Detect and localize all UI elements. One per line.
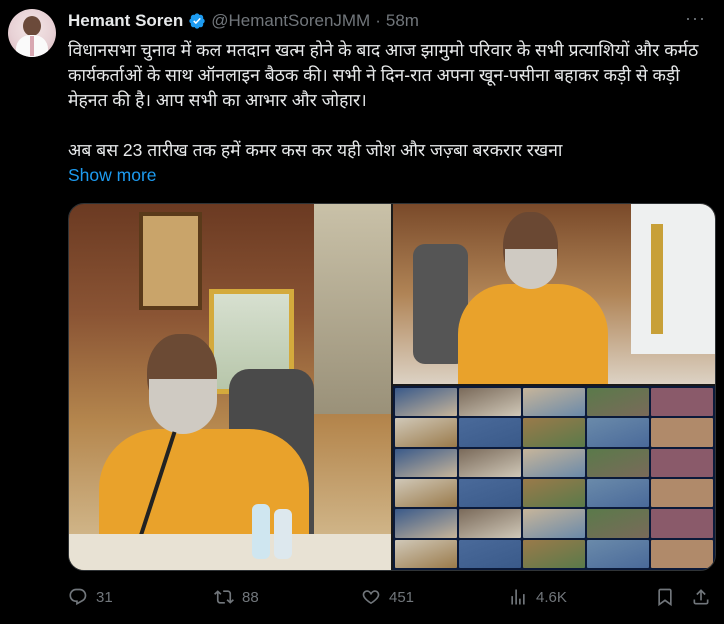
bookmark-button[interactable]: [655, 587, 675, 607]
repost-count: 88: [242, 588, 259, 606]
heart-icon: [362, 590, 380, 604]
repost-icon: [214, 590, 234, 604]
tweet-text-paragraph-2: अब बस 23 तारीख तक हमें कमर कस कर यही जोश…: [68, 140, 563, 160]
video-participant-tile: [587, 509, 649, 538]
like-count: 451: [389, 588, 415, 606]
video-participant-tile: [651, 388, 713, 417]
share-icon: [693, 589, 709, 605]
tweet-text-paragraph-1: विधानसभा चुनाव में कल मतदान खत्म होने के…: [68, 40, 699, 110]
tweet-text: विधानसभा चुनाव में कल मतदान खत्म होने के…: [68, 38, 708, 163]
video-participant-tile: [523, 418, 585, 447]
video-participant-tile: [651, 539, 713, 568]
photo-right-top[interactable]: [393, 204, 715, 384]
separator-dot: ·: [375, 11, 381, 30]
video-participant-tile: [523, 479, 585, 508]
tweet-header: Hemant Soren @HemantSorenJMM · 58m: [68, 10, 684, 32]
video-participant-tile: [395, 448, 457, 477]
share-button[interactable]: [691, 587, 711, 607]
tweet-media[interactable]: [68, 203, 716, 571]
tweet-time[interactable]: 58m: [386, 11, 419, 31]
video-participant-tile: [395, 509, 457, 538]
reply-button[interactable]: 31: [68, 587, 113, 607]
video-participant-tile: [651, 418, 713, 447]
video-participant-tile: [651, 479, 713, 508]
video-participant-tile: [523, 448, 585, 477]
photo-left[interactable]: [69, 204, 391, 570]
video-participant-tile: [587, 539, 649, 568]
video-participant-tile: [395, 388, 457, 417]
reply-icon: [69, 588, 87, 606]
video-participant-tile: [459, 479, 521, 508]
views-chart-icon: [511, 589, 525, 605]
video-participant-tile: [523, 509, 585, 538]
show-more-link[interactable]: Show more: [68, 165, 157, 186]
video-participant-tile: [459, 539, 521, 568]
video-participant-tile: [395, 479, 457, 508]
bookmark-icon: [658, 588, 672, 607]
avatar[interactable]: [8, 9, 56, 57]
verified-badge-icon: [189, 13, 205, 29]
author-handle[interactable]: @HemantSorenJMM: [211, 11, 370, 31]
video-participant-tile: [523, 539, 585, 568]
repost-button[interactable]: 88: [214, 587, 259, 607]
video-participant-tile: [459, 448, 521, 477]
tweet-actions: 31 88 451 4.6K: [68, 584, 714, 610]
video-participant-tile: [459, 509, 521, 538]
video-participant-tile: [395, 418, 457, 447]
video-participant-tile: [395, 539, 457, 568]
like-button[interactable]: 451: [361, 587, 414, 607]
photo-video-call-grid[interactable]: [393, 386, 715, 570]
video-participant-tile: [523, 388, 585, 417]
views-button[interactable]: 4.6K: [508, 587, 567, 607]
video-participant-tile: [587, 479, 649, 508]
views-count: 4.6K: [536, 588, 567, 606]
reply-count: 31: [96, 588, 113, 606]
video-participant-tile: [459, 388, 521, 417]
video-participant-tile: [459, 418, 521, 447]
author-name[interactable]: Hemant Soren: [68, 11, 183, 31]
more-options-icon[interactable]: ···: [685, 8, 706, 29]
video-participant-tile: [651, 448, 713, 477]
video-participant-tile: [651, 509, 713, 538]
video-participant-tile: [587, 418, 649, 447]
video-participant-tile: [587, 388, 649, 417]
video-participant-tile: [587, 448, 649, 477]
